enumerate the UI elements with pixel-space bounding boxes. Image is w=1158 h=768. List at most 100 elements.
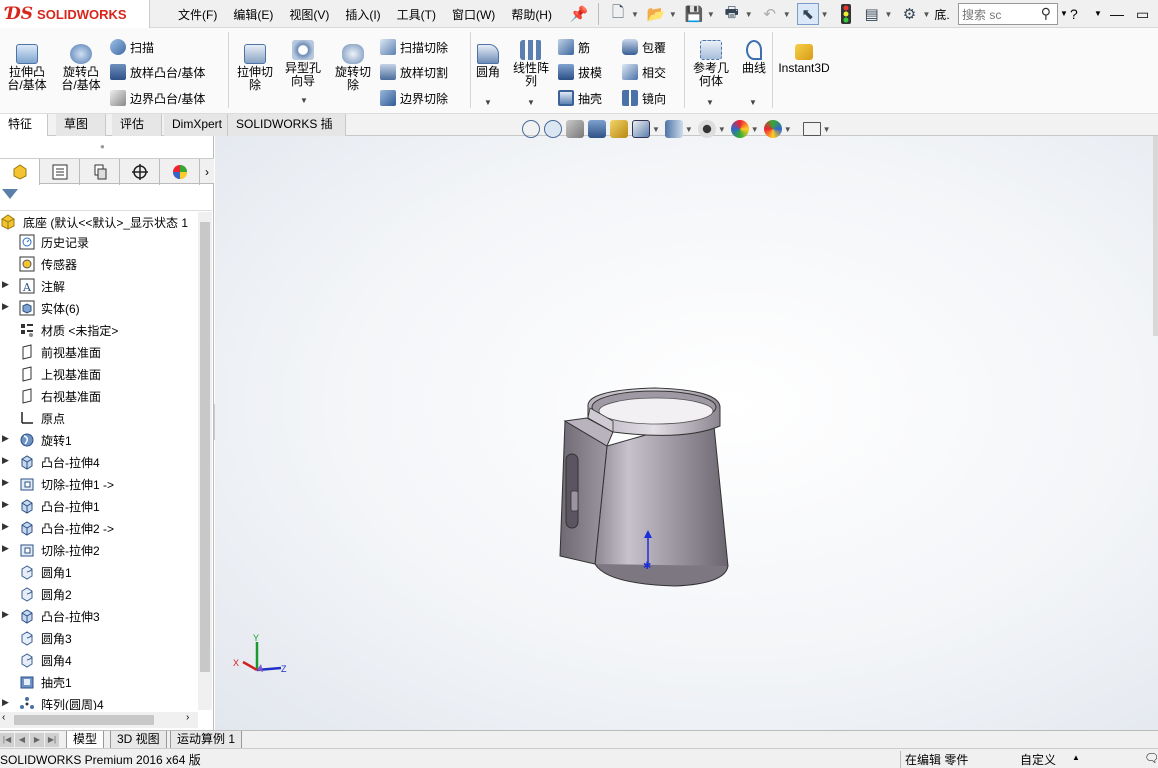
tab-first-icon[interactable]: |◀ bbox=[0, 733, 14, 747]
undo-icon[interactable]: ↶ bbox=[759, 3, 781, 25]
hole-wizard-button[interactable]: 异型孔 向导 bbox=[280, 40, 326, 88]
restore-icon[interactable]: ▭ bbox=[1136, 0, 1149, 28]
view-settings-dropdown-icon[interactable]: ▼ bbox=[823, 125, 831, 134]
open-dropdown-icon[interactable]: ▼ bbox=[669, 10, 677, 19]
expand-arrow-icon[interactable]: ▶ bbox=[2, 433, 12, 444]
tab-features[interactable]: 特征 bbox=[0, 114, 48, 136]
fillet-dropdown-icon[interactable]: ▼ bbox=[484, 98, 492, 107]
shell-button[interactable]: 抽壳 bbox=[558, 87, 602, 109]
expand-arrow-icon[interactable]: ▶ bbox=[2, 609, 12, 620]
vscroll-thumb[interactable] bbox=[200, 222, 210, 672]
filter-icon[interactable] bbox=[2, 189, 18, 199]
intersect-button[interactable]: 相交 bbox=[622, 61, 666, 83]
pin-icon[interactable]: 📌 bbox=[568, 3, 590, 25]
menu-insert[interactable]: 插入(I) bbox=[345, 6, 380, 23]
save-icon[interactable]: 💾 bbox=[683, 3, 705, 25]
menu-window[interactable]: 窗口(W) bbox=[452, 6, 495, 23]
dynamic-annotation-icon[interactable] bbox=[610, 120, 628, 138]
options-dropdown-icon[interactable]: ▼ bbox=[922, 10, 930, 19]
draft-button[interactable]: 拔模 bbox=[558, 61, 602, 83]
units-caret-icon[interactable]: ▲ bbox=[1072, 753, 1080, 762]
menu-edit[interactable]: 编辑(E) bbox=[233, 6, 273, 23]
edit-appearance-icon[interactable] bbox=[730, 120, 749, 138]
help-dropdown-icon[interactable]: ▼ bbox=[1094, 9, 1102, 18]
menu-view[interactable]: 视图(V) bbox=[289, 6, 329, 23]
expand-arrow-icon[interactable]: ▶ bbox=[2, 499, 12, 510]
sweep-button[interactable]: 扫描 bbox=[110, 36, 154, 58]
tree-vertical-scrollbar[interactable] bbox=[198, 212, 212, 710]
hide-show-dropdown-icon[interactable]: ▼ bbox=[718, 125, 726, 134]
tree-horizontal-scrollbar[interactable]: ‹ › bbox=[0, 712, 198, 728]
scroll-left-icon[interactable]: ‹ bbox=[2, 712, 5, 723]
panel-tabs-more-icon[interactable]: › bbox=[200, 159, 214, 185]
feature-manager-tab-icon[interactable] bbox=[0, 159, 40, 185]
boundary-cut-button[interactable]: 边界切除 bbox=[380, 87, 448, 109]
reference-geometry-button[interactable]: 参考几 何体 bbox=[688, 40, 734, 88]
tab-dimxpert[interactable]: DimXpert bbox=[164, 114, 228, 136]
tree-item[interactable]: ▶ 旋转1 bbox=[2, 429, 72, 451]
curves-button[interactable]: 曲线 bbox=[736, 40, 772, 75]
zoom-to-fit-icon[interactable] bbox=[522, 120, 540, 138]
tree-item[interactable]: 材质 <未指定> bbox=[18, 319, 118, 341]
tree-item[interactable]: 圆角2 bbox=[18, 583, 72, 605]
extrude-boss-button[interactable]: 拉伸凸 台/基体 bbox=[4, 44, 50, 92]
expand-arrow-icon[interactable]: ▶ bbox=[2, 301, 12, 312]
pattern-dropdown-icon[interactable]: ▼ bbox=[527, 98, 535, 107]
tab-model[interactable]: 模型 bbox=[66, 731, 105, 749]
hide-show-items-icon[interactable] bbox=[697, 120, 716, 138]
dimxpert-manager-tab-icon[interactable] bbox=[120, 159, 160, 185]
tree-item[interactable]: 历史记录 bbox=[18, 231, 89, 253]
search-magnifier-icon[interactable]: ⚲ bbox=[1041, 5, 1051, 22]
apply-scene-icon[interactable] bbox=[763, 120, 782, 138]
zoom-to-area-icon[interactable] bbox=[544, 120, 562, 138]
display-manager-tab-icon[interactable] bbox=[160, 159, 200, 185]
tree-item[interactable]: ▶ A 注解 bbox=[2, 275, 65, 297]
tree-item[interactable]: ▶ 实体(6) bbox=[2, 297, 80, 319]
rib-button[interactable]: 筋 bbox=[558, 36, 590, 58]
revolve-boss-button[interactable]: 旋转凸 台/基体 bbox=[56, 44, 106, 92]
lofted-cut-button[interactable]: 放样切割 bbox=[380, 61, 448, 83]
search-dropdown-icon[interactable]: ▼ bbox=[1060, 9, 1068, 18]
fillet-button[interactable]: 圆角 bbox=[472, 44, 504, 79]
tree-item[interactable]: ▶ 凸台-拉伸4 bbox=[2, 451, 100, 473]
tree-item[interactable]: ▶ 凸台-拉伸2 -> bbox=[2, 517, 114, 539]
tree-item[interactable]: 圆角3 bbox=[18, 627, 72, 649]
curves-dropdown-icon[interactable]: ▼ bbox=[749, 98, 757, 107]
wrap-button[interactable]: 包覆 bbox=[622, 36, 666, 58]
tree-item[interactable]: 圆角1 bbox=[18, 561, 72, 583]
tree-root-part[interactable]: 底座 (默认<<默认>_显示状态 1 bbox=[0, 212, 188, 232]
configuration-manager-tab-icon[interactable] bbox=[80, 159, 120, 185]
tree-item[interactable]: 传感器 bbox=[18, 253, 77, 275]
file-properties-icon[interactable]: ▤ bbox=[861, 3, 883, 25]
ref-geometry-dropdown-icon[interactable]: ▼ bbox=[706, 98, 714, 107]
appearance-dropdown-icon[interactable]: ▼ bbox=[751, 125, 759, 134]
graphics-area[interactable]: ✱ Y X Z bbox=[215, 136, 1158, 730]
tree-item[interactable]: 原点 bbox=[18, 407, 65, 429]
tree-item[interactable]: ▶ 阵列(圆周)4 bbox=[2, 693, 104, 710]
loft-boss-button[interactable]: 放样凸台/基体 bbox=[110, 61, 205, 83]
view-orientation-icon[interactable] bbox=[632, 120, 650, 138]
swept-cut-button[interactable]: 扫描切除 bbox=[380, 36, 448, 58]
tree-item[interactable]: ▶ 凸台-拉伸1 bbox=[2, 495, 100, 517]
section-view-icon[interactable] bbox=[588, 120, 606, 138]
display-style-icon[interactable] bbox=[664, 120, 683, 138]
search-box[interactable]: 搜索 sc ⚲ bbox=[958, 3, 1058, 25]
tab-3d-views[interactable]: 3D 视图 bbox=[110, 731, 167, 749]
tree-item[interactable]: ▶ 切除-拉伸2 bbox=[2, 539, 100, 561]
view-orientation-dropdown-icon[interactable]: ▼ bbox=[652, 125, 660, 134]
status-tooltip-icon[interactable]: 🗨 bbox=[1144, 751, 1158, 765]
save-dropdown-icon[interactable]: ▼ bbox=[707, 10, 715, 19]
tab-prev-icon[interactable]: ◀ bbox=[15, 733, 29, 747]
tree-item[interactable]: ▶ 凸台-拉伸3 bbox=[2, 605, 100, 627]
revolve-cut-button[interactable]: 旋转切 除 bbox=[330, 44, 376, 92]
expand-arrow-icon[interactable]: ▶ bbox=[2, 543, 12, 554]
tree-item[interactable]: 圆角4 bbox=[18, 649, 72, 671]
expand-arrow-icon[interactable]: ▶ bbox=[2, 521, 12, 532]
tab-sketch[interactable]: 草图 bbox=[56, 114, 106, 136]
linear-pattern-button[interactable]: 线性阵 列 bbox=[508, 40, 554, 88]
tree-item[interactable]: ▶ 切除-拉伸1 -> bbox=[2, 473, 114, 495]
print-icon[interactable]: 🖶 bbox=[721, 3, 743, 25]
tree-item[interactable]: 抽壳1 bbox=[18, 671, 72, 693]
expand-arrow-icon[interactable]: ▶ bbox=[2, 455, 12, 466]
display-style-dropdown-icon[interactable]: ▼ bbox=[685, 125, 693, 134]
